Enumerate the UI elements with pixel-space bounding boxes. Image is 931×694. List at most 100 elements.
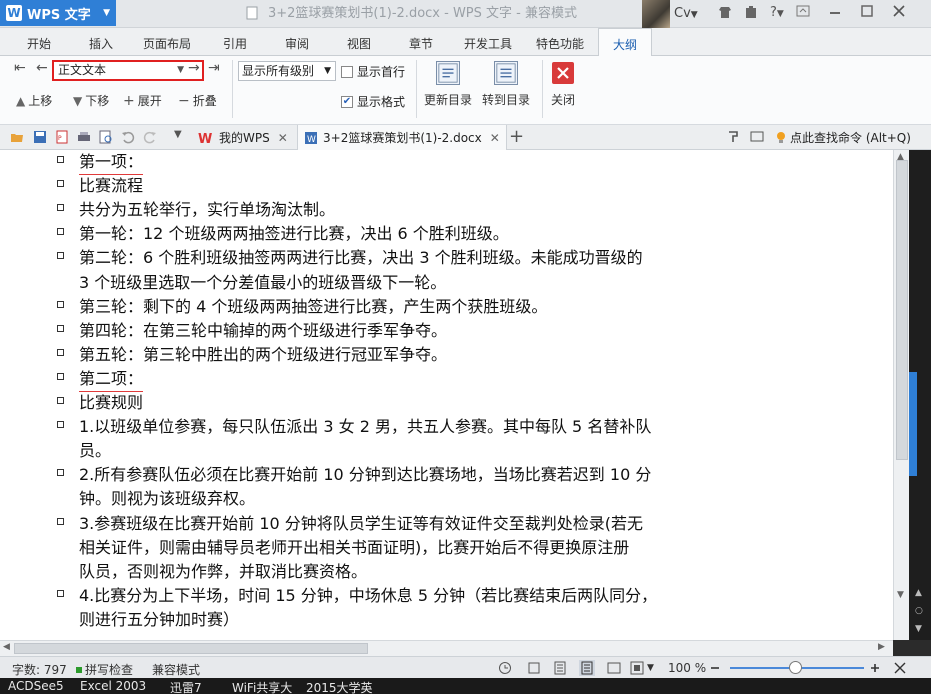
vertical-scrollbar[interactable]: ▲ ▼ bbox=[893, 150, 909, 640]
tab-insert[interactable]: 插入 bbox=[89, 35, 113, 52]
demote-icon[interactable]: → bbox=[188, 60, 200, 76]
task-acdsee[interactable]: ACDSee5 bbox=[8, 679, 64, 693]
close-icon[interactable]: ✕ bbox=[278, 131, 288, 145]
outline-text[interactable]: 第四轮：在第三轮中输掉的两个班级进行季军争夺。 bbox=[79, 319, 447, 343]
horizontal-scrollbar[interactable]: ◀ ▶ bbox=[0, 640, 893, 656]
outline-text[interactable]: 共分为五轮举行，实行单场淘汰制。 bbox=[79, 198, 335, 222]
tab-outline[interactable]: 大纲 bbox=[598, 28, 653, 57]
outline-text[interactable]: 第一轮：12 个班级两两抽签进行比赛，决出 6 个胜利班级。 bbox=[79, 222, 509, 246]
outline-text[interactable]: 第一项： bbox=[79, 150, 144, 175]
tab-features[interactable]: 特色功能 bbox=[536, 35, 584, 52]
command-search[interactable]: 点此查找命令 (Alt+Q) bbox=[776, 129, 911, 146]
maximize-icon[interactable] bbox=[860, 4, 874, 22]
scroll-left-icon[interactable]: ◀ bbox=[3, 642, 10, 652]
close-window-icon[interactable] bbox=[892, 4, 906, 22]
tab-my-wps[interactable]: W 我的WPS ✕ bbox=[192, 125, 294, 150]
task-english[interactable]: 2015大学英 bbox=[306, 679, 373, 694]
tab-view[interactable]: 视图 bbox=[347, 35, 371, 52]
expand-icon[interactable] bbox=[893, 661, 907, 675]
move-down-button[interactable]: ▼ 下移 bbox=[73, 92, 109, 109]
outline-text[interactable]: 比赛规则 bbox=[79, 391, 143, 415]
outline-level-select[interactable]: 正文文本 ▼ bbox=[52, 60, 204, 81]
share-icon[interactable] bbox=[744, 5, 758, 23]
outline-bullet-icon[interactable] bbox=[57, 372, 64, 380]
page-view-icon[interactable] bbox=[553, 661, 567, 675]
show-level-select[interactable]: 显示所有级别 ▼ bbox=[238, 61, 336, 81]
outline-bullet-icon[interactable] bbox=[57, 324, 64, 332]
export-pdf-icon[interactable]: P bbox=[55, 130, 69, 144]
outline-bullet-icon[interactable] bbox=[57, 204, 64, 212]
reading-mode-icon[interactable] bbox=[630, 661, 644, 675]
user-menu[interactable]: Cv▼ bbox=[674, 6, 698, 21]
outline-bullet-icon[interactable] bbox=[57, 469, 64, 477]
tab-chapter[interactable]: 章节 bbox=[409, 35, 433, 52]
outline-bullet-icon[interactable] bbox=[57, 228, 64, 236]
outline-text[interactable]: 员。 bbox=[79, 439, 111, 463]
outline-text[interactable]: 第二项： bbox=[79, 367, 144, 392]
format-painter-icon[interactable] bbox=[726, 130, 740, 144]
outline-bullet-icon[interactable] bbox=[57, 156, 64, 163]
new-tab-icon[interactable]: + bbox=[509, 126, 524, 147]
tab-references[interactable]: 引用 bbox=[223, 35, 247, 52]
tab-developer[interactable]: 开发工具 bbox=[464, 35, 512, 52]
redo-icon[interactable] bbox=[143, 130, 157, 144]
promote-icon[interactable]: ← bbox=[36, 60, 48, 76]
close-icon[interactable]: ✕ bbox=[490, 131, 500, 145]
minimize-icon[interactable] bbox=[828, 4, 842, 22]
next-page-icon[interactable]: ▼ bbox=[915, 624, 922, 634]
show-format-checkbox[interactable]: ✔ 显示格式 bbox=[341, 93, 405, 110]
help-menu[interactable]: ?▼ bbox=[770, 5, 784, 23]
skin-icon[interactable] bbox=[718, 5, 732, 23]
task-xunlei[interactable]: 迅雷7 bbox=[170, 679, 202, 694]
task-excel[interactable]: Excel 2003 bbox=[80, 679, 146, 693]
print-icon[interactable] bbox=[77, 130, 91, 144]
outline-bullet-icon[interactable] bbox=[57, 300, 64, 308]
chevron-down-icon[interactable]: ▼ bbox=[647, 663, 654, 673]
outline-bullet-icon[interactable] bbox=[57, 421, 64, 429]
demote-to-body-icon[interactable]: ⇥ bbox=[208, 60, 220, 76]
tab-home[interactable]: 开始 bbox=[27, 35, 51, 52]
outline-text[interactable]: 钟。则视为该班级弃权。 bbox=[79, 487, 255, 511]
undo-icon[interactable] bbox=[121, 130, 135, 144]
document-page[interactable]: 第一项： 比赛流程 共分为五轮举行，实行单场淘汰制。 第一轮：12 个班级两两抽签进行… bbox=[0, 150, 893, 640]
vertical-scroll-thumb[interactable] bbox=[896, 160, 908, 460]
word-count[interactable]: 字数: 797 bbox=[12, 661, 67, 678]
outline-bullet-icon[interactable] bbox=[57, 348, 64, 356]
outline-view-icon[interactable] bbox=[579, 660, 595, 676]
history-icon[interactable] bbox=[498, 661, 512, 675]
outline-text[interactable]: 相关证件，则需由辅导员老师开出相关书面证明)，比赛开始后不得更换原注册 bbox=[79, 536, 629, 560]
save-icon[interactable] bbox=[33, 130, 47, 144]
tab-review[interactable]: 审阅 bbox=[285, 35, 309, 52]
task-wifi[interactable]: WiFi共享大 bbox=[232, 679, 292, 694]
select-browse-icon[interactable]: ○ bbox=[915, 606, 923, 616]
web-view-icon[interactable] bbox=[607, 661, 621, 675]
spell-check-toggle[interactable]: 拼写检查 bbox=[76, 661, 133, 678]
tab-page-layout[interactable]: 页面布局 bbox=[143, 35, 191, 52]
outline-bullet-icon[interactable] bbox=[57, 180, 64, 188]
tab-document[interactable]: W 3+2篮球赛策划书(1)-2.docx ✕ bbox=[297, 125, 507, 150]
scroll-right-icon[interactable]: ▶ bbox=[878, 642, 885, 652]
restore-ribbon-icon[interactable] bbox=[796, 4, 810, 22]
outline-text[interactable]: 比赛流程 bbox=[79, 174, 143, 198]
outline-text[interactable]: 2.所有参赛队伍必须在比赛开始前 10 分钟到达比赛场地，当场比赛若迟到 10 … bbox=[79, 463, 651, 487]
avatar[interactable] bbox=[642, 0, 670, 28]
goto-toc-button[interactable]: 转到目录 bbox=[482, 61, 530, 108]
outline-text[interactable]: 则进行五分钟加时赛） bbox=[79, 608, 239, 632]
outline-text[interactable]: 1.以班级单位参赛，每只队伍派出 3 女 2 男，共五人参赛。其中每队 5 名替… bbox=[79, 415, 651, 439]
outline-bullet-icon[interactable] bbox=[57, 252, 64, 260]
outline-text[interactable]: 第二轮：6 个胜利班级抽签两两进行比赛，决出 3 个胜利班级。未能成功晋级的 bbox=[79, 246, 643, 270]
outline-text[interactable]: 队员，否则视为作弊，并取消比赛资格。 bbox=[79, 560, 367, 584]
zoom-out-icon[interactable] bbox=[708, 661, 722, 675]
zoom-level[interactable]: 100 % bbox=[668, 661, 706, 675]
zoom-in-icon[interactable] bbox=[868, 661, 882, 675]
collapse-button[interactable]: − 折叠 bbox=[178, 92, 217, 109]
move-up-button[interactable]: ▲ 上移 bbox=[16, 92, 52, 109]
comment-icon[interactable] bbox=[750, 130, 764, 144]
outline-bullet-icon[interactable] bbox=[57, 517, 64, 525]
outline-text[interactable]: 第三轮：剩下的 4 个班级两两抽签进行比赛，产生两个获胜班级。 bbox=[79, 295, 547, 319]
outline-text[interactable]: 3 个班级里选取一个分差值最小的班级晋级下一轮。 bbox=[79, 271, 446, 295]
fullscreen-icon[interactable] bbox=[527, 661, 541, 675]
update-toc-button[interactable]: 更新目录 bbox=[424, 61, 472, 108]
outline-bullet-icon[interactable] bbox=[57, 589, 64, 597]
outline-text[interactable]: 4.比赛分为上下半场，时间 15 分钟，中场休息 5 分钟（若比赛结束后两队同分… bbox=[79, 584, 657, 608]
